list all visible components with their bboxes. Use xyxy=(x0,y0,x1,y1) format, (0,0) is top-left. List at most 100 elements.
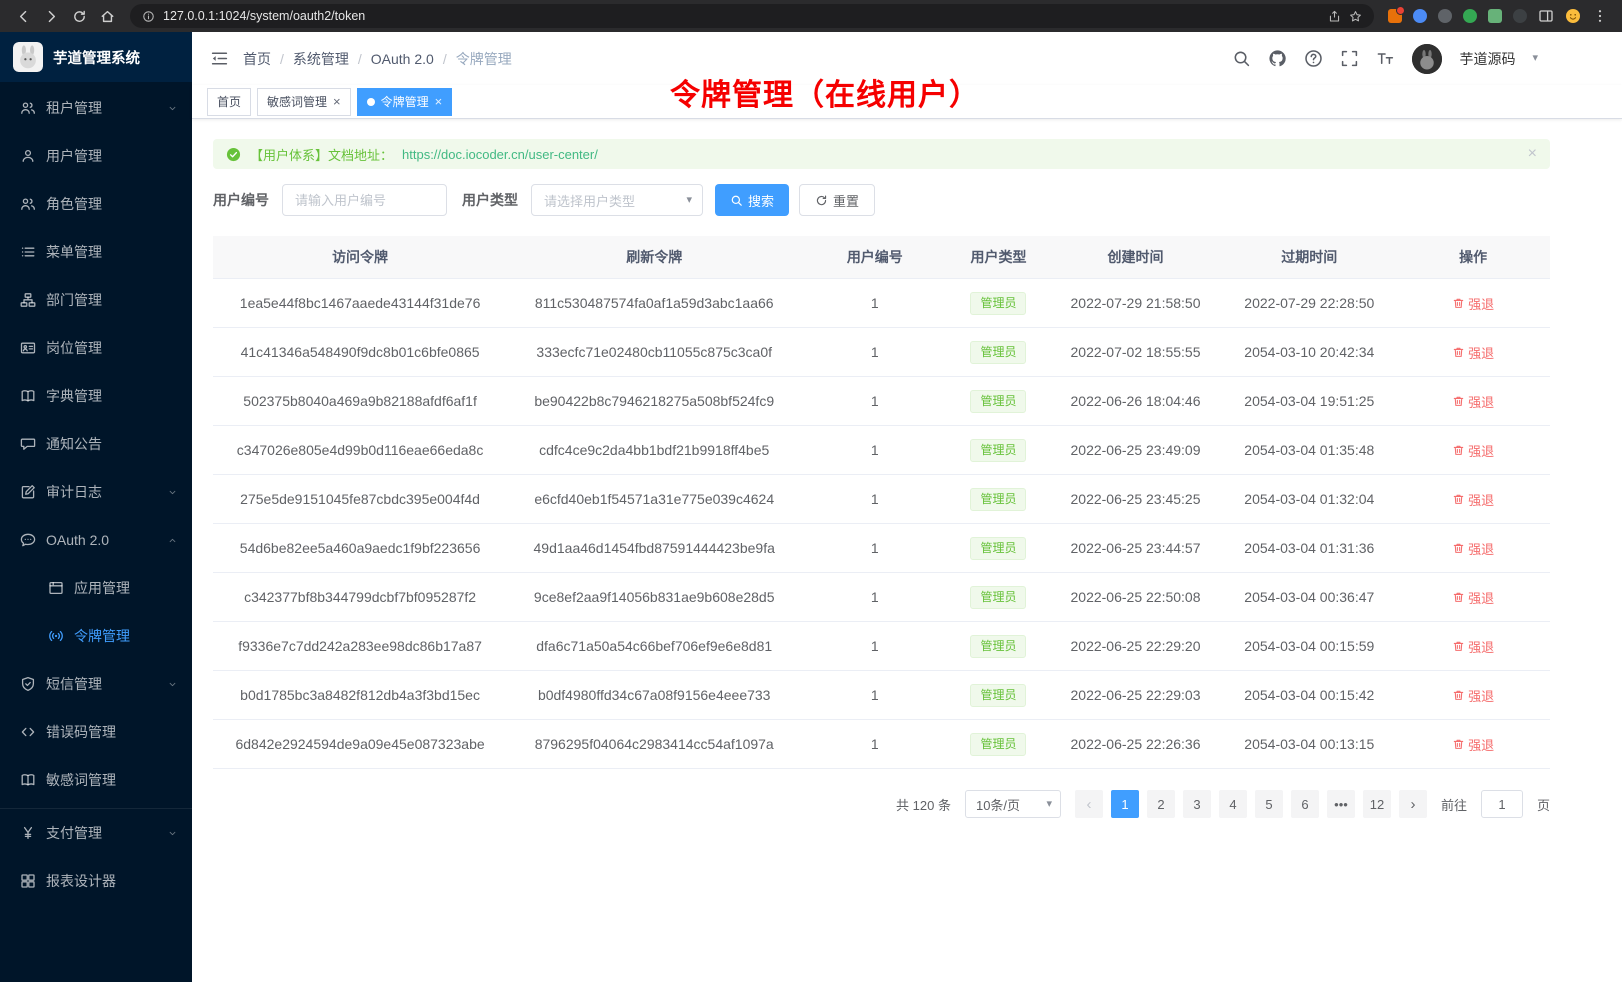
sidebar-item-tenant[interactable]: 租户管理 xyxy=(0,84,192,132)
list-icon xyxy=(20,244,36,260)
sidebar-item-menu[interactable]: 菜单管理 xyxy=(0,228,192,276)
sidebar-item-oauth2-application[interactable]: 应用管理 xyxy=(0,564,192,612)
user-id-cell: 1 xyxy=(801,426,948,475)
sidebar-item-user[interactable]: 用户管理 xyxy=(0,132,192,180)
sidebar-item-audit-log[interactable]: 审计日志 xyxy=(0,468,192,516)
extension-icon-3[interactable] xyxy=(1438,9,1452,23)
sidebar-item-label: 用户管理 xyxy=(46,146,178,166)
sidebar-item-role[interactable]: 角色管理 xyxy=(0,180,192,228)
breadcrumb-item[interactable]: 首页 xyxy=(243,49,271,69)
address-bar[interactable]: 127.0.0.1:1024/system/oauth2/token xyxy=(130,4,1374,28)
github-icon[interactable] xyxy=(1268,49,1287,68)
prev-page-button[interactable]: ‹ xyxy=(1075,790,1103,818)
action-cell: 强退 xyxy=(1396,720,1550,769)
chat-icon xyxy=(20,532,36,548)
alert-doc-link[interactable]: https://doc.iocoder.cn/user-center/ xyxy=(402,147,598,162)
user-type-cell: 管理员 xyxy=(948,475,1048,524)
sidebar-item-oauth2[interactable]: OAuth 2.0 xyxy=(0,516,192,564)
alert-close-icon[interactable]: × xyxy=(1528,146,1537,162)
sidebar-item-sensitive-word[interactable]: 敏感词管理 xyxy=(0,756,192,804)
share-icon[interactable] xyxy=(1328,10,1341,23)
user-id-cell: 1 xyxy=(801,622,948,671)
tab-close-icon[interactable]: × xyxy=(435,95,443,108)
font-size-icon[interactable] xyxy=(1376,49,1395,68)
active-tab-dot xyxy=(367,98,375,106)
sidebar-item-report-designer[interactable]: 报表设计器 xyxy=(0,857,192,905)
force-logout-button[interactable]: 强退 xyxy=(1452,343,1494,362)
pager-more-button[interactable]: ••• xyxy=(1327,790,1355,818)
trash-icon xyxy=(1452,444,1465,457)
page-size-value: 10条/页 xyxy=(976,795,1020,814)
kebab-menu-icon[interactable] xyxy=(1592,8,1608,24)
browser-reload-button[interactable] xyxy=(66,3,92,29)
tab-home[interactable]: 首页 xyxy=(207,88,251,116)
help-icon[interactable] xyxy=(1304,49,1323,68)
force-logout-button[interactable]: 强退 xyxy=(1452,637,1494,656)
sidebar-item-dict[interactable]: 字典管理 xyxy=(0,372,192,420)
browser-home-button[interactable] xyxy=(94,3,120,29)
user-type-badge: 管理员 xyxy=(970,439,1026,462)
browser-forward-button[interactable] xyxy=(38,3,64,29)
extension-icon-5[interactable] xyxy=(1488,9,1502,23)
goto-page-input[interactable] xyxy=(1481,790,1523,818)
page-button-5[interactable]: 5 xyxy=(1255,790,1283,818)
breadcrumb-item[interactable]: 系统管理 xyxy=(293,49,349,69)
force-logout-button[interactable]: 强退 xyxy=(1452,539,1494,558)
browser-back-button[interactable] xyxy=(10,3,36,29)
refresh-token-cell: e6cfd40eb1f54571a31e775e039c4624 xyxy=(507,475,801,524)
action-cell: 强退 xyxy=(1396,622,1550,671)
expire-time-cell: 2054-03-04 01:35:48 xyxy=(1222,426,1396,475)
page-button-12[interactable]: 12 xyxy=(1363,790,1391,818)
reset-button[interactable]: 重置 xyxy=(799,184,875,216)
sidebar-item-sms[interactable]: 短信管理 xyxy=(0,660,192,708)
force-logout-button[interactable]: 强退 xyxy=(1452,392,1494,411)
bookmark-star-icon[interactable] xyxy=(1349,10,1362,23)
user-avatar[interactable] xyxy=(1412,44,1442,74)
force-logout-button[interactable]: 强退 xyxy=(1452,294,1494,313)
extension-icon-2[interactable] xyxy=(1413,9,1427,23)
page-button-1[interactable]: 1 xyxy=(1111,790,1139,818)
page-button-3[interactable]: 3 xyxy=(1183,790,1211,818)
extension-icon-4[interactable] xyxy=(1463,9,1477,23)
force-logout-button[interactable]: 强退 xyxy=(1452,588,1494,607)
trash-icon xyxy=(1452,591,1465,604)
breadcrumb-item[interactable]: OAuth 2.0 xyxy=(371,51,434,67)
force-logout-button[interactable]: 强退 xyxy=(1452,490,1494,509)
access-token-cell: 6d842e2924594de9a09e45e087323abe xyxy=(213,720,507,769)
page-button-4[interactable]: 4 xyxy=(1219,790,1247,818)
next-page-button[interactable]: › xyxy=(1399,790,1427,818)
chevron-down-icon[interactable]: ▾ xyxy=(1532,53,1538,64)
user-type-select[interactable]: 请选择用户类型 ▾ xyxy=(531,184,703,216)
force-logout-button[interactable]: 强退 xyxy=(1452,735,1494,754)
sidebar-item-payment[interactable]: 支付管理 xyxy=(0,808,192,857)
success-icon xyxy=(226,147,241,162)
page-button-2[interactable]: 2 xyxy=(1147,790,1175,818)
tab-sensitive-word[interactable]: 敏感词管理× xyxy=(257,88,351,116)
search-icon[interactable] xyxy=(1232,49,1251,68)
sidebar-item-post[interactable]: 岗位管理 xyxy=(0,324,192,372)
profile-avatar-icon[interactable] xyxy=(1565,8,1581,24)
page-size-select[interactable]: 10条/页 ▾ xyxy=(965,790,1061,818)
extension-icon-6[interactable] xyxy=(1513,9,1527,23)
username[interactable]: 芋道源码 xyxy=(1459,49,1515,69)
user-id-cell: 1 xyxy=(801,524,948,573)
sidebar-item-notice[interactable]: 通知公告 xyxy=(0,420,192,468)
tab-close-icon[interactable]: × xyxy=(333,95,341,108)
force-logout-button[interactable]: 强退 xyxy=(1452,441,1494,460)
sidebar-fold-icon[interactable] xyxy=(210,49,229,68)
sidebar-item-label: 错误码管理 xyxy=(46,722,178,742)
user-id-input[interactable] xyxy=(282,184,447,216)
force-logout-button[interactable]: 强退 xyxy=(1452,686,1494,705)
sidebar-item-dept[interactable]: 部门管理 xyxy=(0,276,192,324)
sidebar-item-error-code[interactable]: 错误码管理 xyxy=(0,708,192,756)
page: 127.0.0.1:1024/system/oauth2/token 芋道管理系… xyxy=(0,0,1622,982)
select-caret-icon: ▾ xyxy=(686,195,692,206)
tab-token[interactable]: 令牌管理× xyxy=(357,88,453,116)
split-view-icon[interactable] xyxy=(1538,8,1554,24)
page-button-6[interactable]: 6 xyxy=(1291,790,1319,818)
logo-row[interactable]: 芋道管理系统 xyxy=(0,32,192,82)
search-button[interactable]: 搜索 xyxy=(715,184,789,216)
sidebar-item-oauth2-token[interactable]: 令牌管理 xyxy=(0,612,192,660)
fullscreen-icon[interactable] xyxy=(1340,49,1359,68)
extension-icon-1[interactable] xyxy=(1388,9,1402,23)
